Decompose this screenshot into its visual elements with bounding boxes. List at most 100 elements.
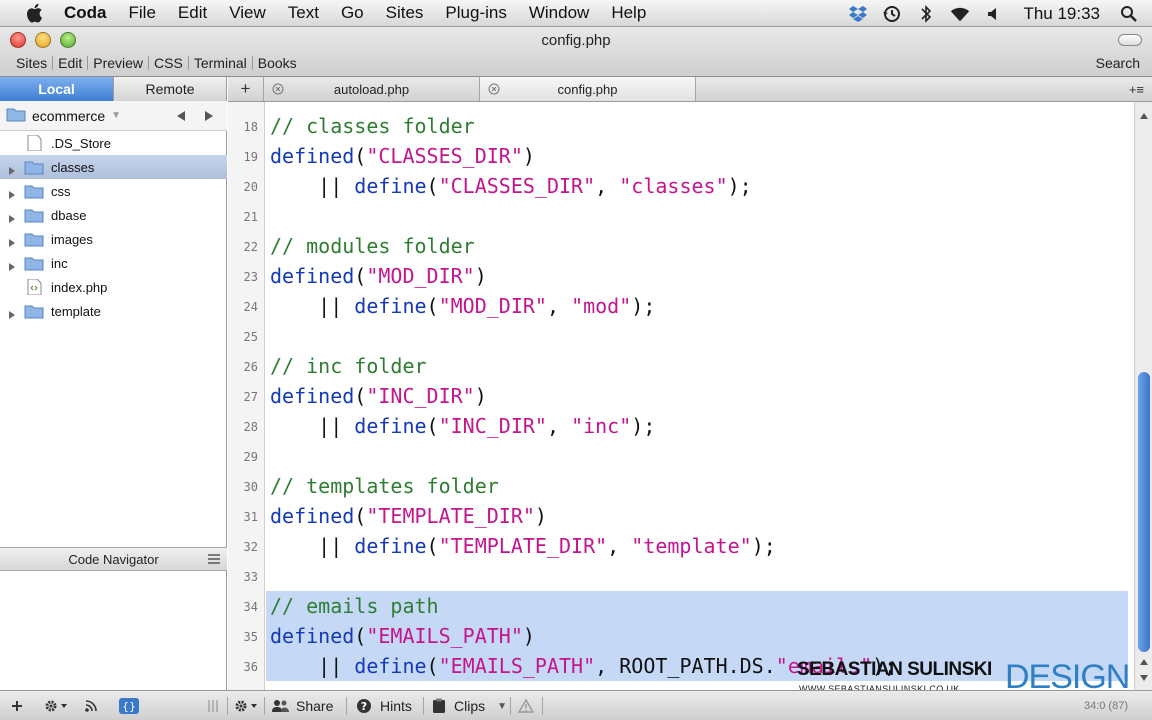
scroll-down-arrow-icon[interactable] (1139, 674, 1149, 682)
list-menu-icon[interactable] (207, 553, 221, 565)
menu-edit[interactable]: Edit (178, 3, 207, 23)
disclosure-triangle-icon[interactable] (8, 307, 16, 319)
code-line[interactable]: defined("MOD_DIR") (270, 261, 487, 291)
gear-icon[interactable] (44, 695, 68, 717)
code-line[interactable]: defined("EMAILS_PATH") (270, 621, 535, 651)
toolbar-tab-terminal[interactable]: Terminal (194, 55, 247, 71)
toolbar-toggle-button[interactable] (1118, 34, 1142, 46)
disclosure-triangle-icon[interactable] (8, 163, 16, 175)
back-arrow-icon[interactable] (175, 109, 187, 121)
file-tree-item[interactable]: inc (0, 251, 227, 275)
line-number: 21 (243, 210, 258, 224)
line-number: 29 (243, 450, 258, 464)
file-icon (24, 134, 44, 152)
menu-go[interactable]: Go (341, 3, 364, 23)
file-tree-item[interactable]: css (0, 179, 227, 203)
wifi-icon[interactable] (949, 3, 971, 25)
code-line[interactable]: defined("INC_DIR") (270, 381, 487, 411)
menu-window[interactable]: Window (529, 3, 589, 23)
scroll-up-arrow-icon[interactable] (1139, 112, 1149, 120)
code-line[interactable]: || define("CLASSES_DIR", "classes"); (270, 171, 752, 201)
document-tab[interactable]: autoload.php (264, 77, 480, 101)
rss-icon[interactable] (84, 695, 100, 717)
close-tab-icon[interactable] (272, 83, 284, 95)
add-button[interactable] (10, 695, 24, 717)
volume-icon[interactable] (983, 3, 1005, 25)
disclosure-triangle-icon[interactable] (8, 259, 16, 271)
code-line[interactable]: || define("TEMPLATE_DIR", "template"); (270, 531, 776, 561)
code-token: , (546, 414, 572, 438)
tab-overflow-menu-icon[interactable]: +≡ (1129, 82, 1144, 97)
toolbar-tab-css[interactable]: CSS (154, 55, 183, 71)
code-line[interactable]: defined("CLASSES_DIR") (270, 141, 535, 171)
code-line[interactable]: // modules folder (270, 231, 475, 261)
menu-file[interactable]: File (129, 3, 156, 23)
file-tree-item[interactable]: index.php (0, 275, 227, 299)
code-token: "CLASSES_DIR" (366, 144, 523, 168)
gear-icon[interactable] (234, 695, 258, 717)
dropbox-icon[interactable] (847, 3, 869, 25)
close-tab-icon[interactable] (488, 83, 500, 95)
apple-icon[interactable] (24, 2, 46, 24)
code-navigator-header[interactable]: Code Navigator (0, 547, 227, 571)
toolbar-tab-books[interactable]: Books (258, 55, 297, 71)
file-tree-item[interactable]: dbase (0, 203, 227, 227)
code-line[interactable]: // emails path (270, 591, 439, 621)
tab-remote[interactable]: Remote (113, 77, 226, 101)
scroll-up-arrow-icon[interactable] (1139, 658, 1149, 666)
code-token: ) (474, 384, 487, 408)
line-number: 36 (243, 660, 258, 674)
vertical-scrollbar[interactable] (1134, 102, 1152, 690)
forward-arrow-icon[interactable] (203, 109, 215, 121)
disclosure-triangle-icon[interactable] (8, 187, 16, 199)
folder-icon (24, 207, 44, 223)
toolbar-search-button[interactable]: Search (1096, 55, 1140, 71)
add-tab-button[interactable]: + (228, 77, 264, 101)
toolbar-tab-preview[interactable]: Preview (93, 55, 143, 71)
code-editor[interactable]: 18// classes folder 19 defined("CLASSES_DI… (228, 102, 1152, 690)
file-tree-item[interactable]: images (0, 227, 227, 251)
line-number: 22 (243, 240, 258, 254)
disclosure-triangle-icon[interactable] (8, 211, 16, 223)
spotlight-icon[interactable] (1118, 3, 1140, 25)
file-name: template (51, 304, 101, 319)
menu-plugins[interactable]: Plug-ins (445, 3, 506, 23)
code-line[interactable]: // inc folder (270, 351, 427, 381)
code-token: ( (354, 264, 367, 288)
scroll-thumb[interactable] (1138, 372, 1150, 652)
code-token: ( (354, 624, 367, 648)
menu-view[interactable]: View (229, 3, 266, 23)
code-line[interactable]: || define("INC_DIR", "inc"); (270, 411, 655, 441)
disclosure-triangle-icon[interactable] (8, 235, 16, 247)
file-tree-item[interactable]: classes (0, 155, 227, 179)
code-line[interactable]: || define("MOD_DIR", "mod"); (270, 291, 655, 321)
toolbar-tab-sites[interactable]: Sites (16, 55, 47, 71)
share-button[interactable]: Share (272, 695, 333, 717)
code-line[interactable]: // templates folder (270, 471, 499, 501)
watermark-name: SEBASTIAN SULINSKI (797, 659, 992, 680)
menu-app-name[interactable]: Coda (64, 3, 107, 23)
menu-text[interactable]: Text (288, 3, 319, 23)
hints-button[interactable]: ? Hints (356, 695, 412, 717)
menu-sites[interactable]: Sites (386, 3, 424, 23)
document-tab-active[interactable]: config.php (480, 77, 696, 101)
menu-help[interactable]: Help (611, 3, 646, 23)
code-token: ( (354, 384, 367, 408)
file-tree-item[interactable]: template (0, 299, 227, 323)
code-token: // templates folder (270, 474, 499, 498)
toolbar-tab-edit[interactable]: Edit (58, 55, 82, 71)
braces-icon[interactable]: {} (118, 695, 140, 717)
clips-button[interactable]: Clips ▼ (432, 695, 507, 717)
code-token: ( (354, 504, 367, 528)
split-handle-icon[interactable] (207, 695, 219, 717)
clipboard-icon (433, 698, 445, 713)
code-line[interactable]: defined("TEMPLATE_DIR") (270, 501, 547, 531)
menu-clock[interactable]: Thu 19:33 (1023, 4, 1100, 24)
time-machine-icon[interactable] (881, 3, 903, 25)
warning-icon[interactable] (518, 695, 534, 717)
file-tree-item[interactable]: .DS_Store (0, 131, 227, 155)
code-line[interactable]: // classes folder (270, 111, 475, 141)
tab-local[interactable]: Local (0, 77, 113, 101)
bluetooth-icon[interactable] (915, 3, 937, 25)
project-selector[interactable]: ecommerce ▼ (0, 101, 227, 131)
